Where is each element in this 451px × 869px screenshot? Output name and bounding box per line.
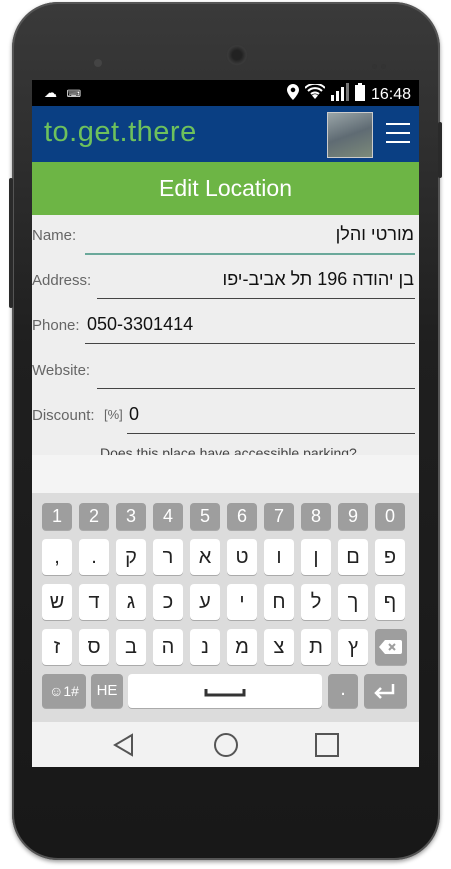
phone-input[interactable]: 050-3301414	[87, 314, 193, 335]
avatar[interactable]	[327, 112, 373, 158]
key-tav[interactable]: ת	[301, 629, 331, 665]
back-icon[interactable]	[112, 733, 136, 757]
discount-input[interactable]: 0	[129, 404, 139, 425]
space-icon	[204, 689, 246, 697]
address-underline	[97, 298, 415, 299]
home-icon[interactable]	[213, 732, 239, 758]
address-label: Address:	[32, 272, 92, 289]
language-key[interactable]: HE	[91, 674, 123, 708]
key-5[interactable]: 5	[190, 503, 220, 530]
key-final-pe[interactable]: ף	[375, 584, 405, 620]
key-kaf[interactable]: כ	[153, 584, 183, 620]
website-underline	[97, 388, 415, 389]
name-underline	[85, 253, 415, 255]
location-icon	[286, 84, 299, 105]
signal-icon	[330, 83, 349, 106]
key-lamed[interactable]: ל	[301, 584, 331, 620]
key-alef[interactable]: א	[190, 539, 220, 575]
app-toolbar: to.get.there	[32, 106, 419, 162]
key-tsadi[interactable]: צ	[264, 629, 294, 665]
key-resh[interactable]: ר	[153, 539, 183, 575]
key-het[interactable]: ח	[264, 584, 294, 620]
phone-row: Phone: 050-3301414	[32, 305, 419, 350]
key-final-tsadi[interactable]: ץ	[338, 629, 368, 665]
recents-icon[interactable]	[315, 733, 339, 757]
key-ayin[interactable]: ע	[190, 584, 220, 620]
key-mem[interactable]: מ	[227, 629, 257, 665]
keyboard: 1 2 3 4 5 6 7 8 9 0 , . ק ר א ט ו ן ם פ …	[32, 493, 419, 722]
address-row: Address: בן יהודה 196 תל אביב-יפו	[32, 260, 419, 305]
app-logo: to.get.there	[44, 116, 197, 148]
suggestion-strip	[32, 455, 419, 493]
clock: 16:48	[370, 85, 411, 103]
key-0[interactable]: 0	[375, 503, 405, 530]
address-input[interactable]: בן יהודה 196 תל אביב-יפו	[223, 269, 414, 290]
key-gimel[interactable]: ג	[116, 584, 146, 620]
key-final-kaf[interactable]: ך	[338, 584, 368, 620]
key-zayin[interactable]: ז	[42, 629, 72, 665]
key-shin[interactable]: ש	[42, 584, 72, 620]
key-1[interactable]: 1	[42, 503, 72, 530]
sensors	[372, 56, 392, 69]
key-qof[interactable]: ק	[116, 539, 146, 575]
power-button	[438, 122, 442, 178]
key-8[interactable]: 8	[301, 503, 331, 530]
period-key[interactable]: .	[328, 674, 358, 708]
enter-icon[interactable]	[364, 674, 407, 708]
cloud-icon: ☁	[44, 85, 57, 100]
key-comma[interactable]: ,	[42, 539, 72, 575]
front-camera	[226, 44, 248, 66]
key-tet[interactable]: ט	[227, 539, 257, 575]
page-title: Edit Location	[32, 162, 419, 215]
key-he[interactable]: ה	[153, 629, 183, 665]
phone-underline	[85, 343, 415, 344]
speaker	[94, 59, 102, 67]
key-yod[interactable]: י	[227, 584, 257, 620]
key-3[interactable]: 3	[116, 503, 146, 530]
key-dalet[interactable]: ד	[79, 584, 109, 620]
key-bet[interactable]: ב	[116, 629, 146, 665]
symbols-key[interactable]: ☺1#	[42, 674, 86, 708]
website-label: Website:	[32, 362, 91, 379]
discount-row: Discount: [%] 0	[32, 395, 419, 440]
key-samekh[interactable]: ס	[79, 629, 109, 665]
backspace-icon[interactable]	[375, 629, 407, 665]
discount-label: Discount:	[32, 407, 95, 424]
menu-icon[interactable]	[386, 123, 410, 145]
name-input[interactable]: מורטי והלן	[336, 224, 414, 245]
key-period[interactable]: .	[79, 539, 109, 575]
screen: ☁ ⌨ 16:48 to.get.there Edit Location Nam…	[32, 80, 419, 767]
space-key[interactable]	[128, 674, 322, 708]
volume-button	[9, 178, 13, 308]
discount-underline	[127, 433, 415, 434]
key-2[interactable]: 2	[79, 503, 109, 530]
status-bar: ☁ ⌨ 16:48	[32, 80, 419, 106]
key-nun[interactable]: נ	[190, 629, 220, 665]
name-row: Name: מורטי והלן	[32, 215, 419, 260]
key-6[interactable]: 6	[227, 503, 257, 530]
discount-unit: [%]	[104, 407, 123, 422]
website-row: Website:	[32, 350, 419, 395]
keyboard-icon: ⌨	[66, 89, 82, 100]
wifi-icon	[304, 82, 326, 105]
key-final-nun[interactable]: ן	[301, 539, 331, 575]
phone-label: Phone:	[32, 317, 80, 334]
key-pe[interactable]: פ	[375, 539, 405, 575]
key-4[interactable]: 4	[153, 503, 183, 530]
key-final-mem[interactable]: ם	[338, 539, 368, 575]
battery-icon	[354, 83, 365, 106]
navigation-bar	[32, 722, 419, 767]
name-label: Name:	[32, 227, 77, 244]
key-7[interactable]: 7	[264, 503, 294, 530]
key-9[interactable]: 9	[338, 503, 368, 530]
key-vav[interactable]: ו	[264, 539, 294, 575]
